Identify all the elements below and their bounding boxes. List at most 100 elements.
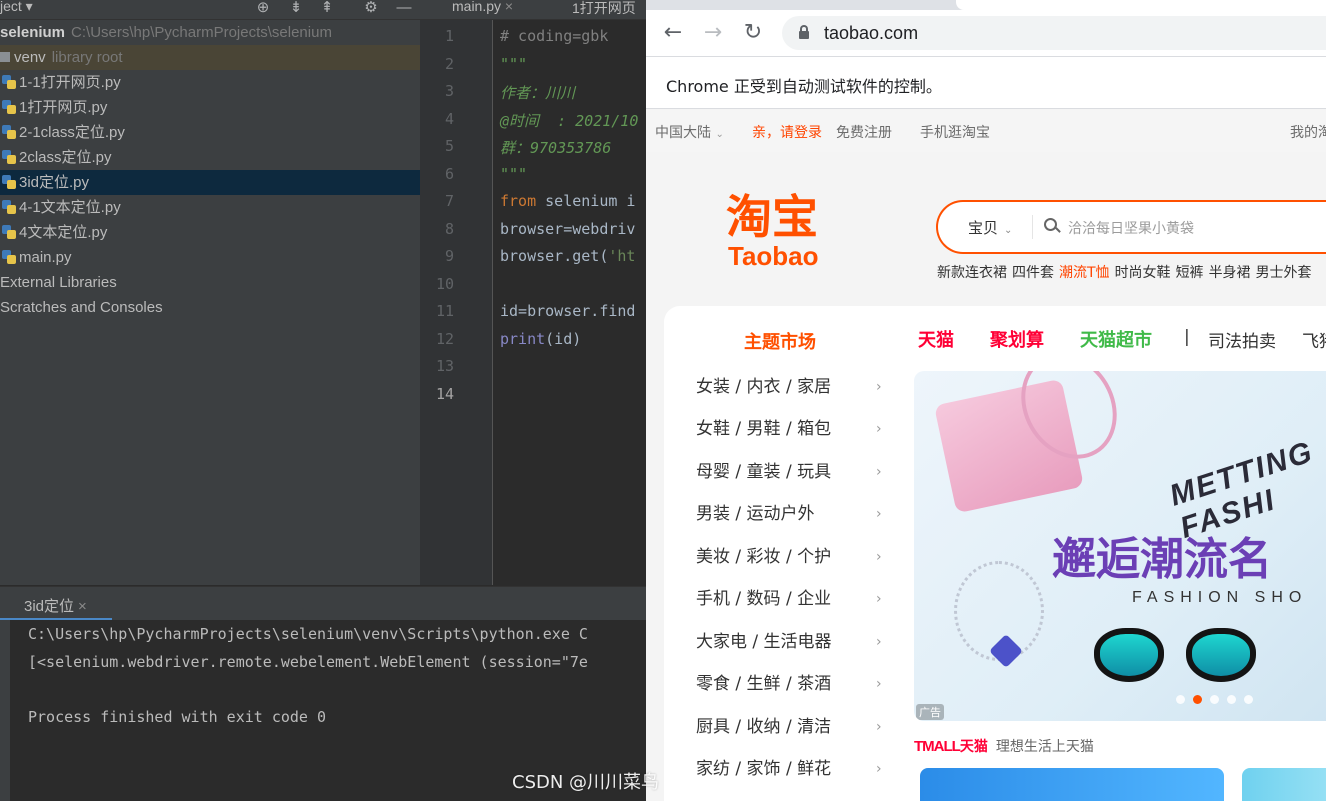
back-arrow-icon[interactable]: ← bbox=[660, 20, 686, 46]
tree-item-external-libraries[interactable]: External Libraries bbox=[0, 270, 420, 295]
channel-auction[interactable]: 司法拍卖 bbox=[1208, 327, 1276, 352]
hotword-link[interactable]: 四件套 bbox=[1012, 265, 1054, 281]
file-name: 4文本定位.py bbox=[19, 224, 108, 241]
tree-file[interactable]: main.py bbox=[0, 245, 420, 270]
project-tree: selenium C:\Users\hp\PycharmProjects\sele… bbox=[0, 20, 420, 585]
collapse-all-icon[interactable]: ⇞ bbox=[318, 0, 336, 17]
tree-file-selected[interactable]: 3id定位.py bbox=[0, 170, 420, 195]
carousel-dot[interactable] bbox=[1210, 695, 1219, 704]
project-view-dropdown[interactable]: ject ▾ bbox=[0, 0, 33, 15]
tmall-promo-card[interactable] bbox=[1242, 768, 1326, 801]
tab-main-py[interactable]: main.py × bbox=[434, 0, 513, 14]
channel-tmall[interactable]: 天猫 bbox=[918, 326, 954, 352]
hotword-link[interactable]: 潮流T恤 bbox=[1059, 265, 1110, 281]
login-link[interactable]: 亲，请登录 bbox=[752, 122, 822, 142]
tmall-promo-card[interactable] bbox=[920, 768, 1224, 801]
code-line: browser.get('ht bbox=[500, 247, 635, 265]
search-scope-dropdown[interactable]: 宝贝 ⌄ bbox=[968, 217, 1012, 238]
forward-arrow-icon[interactable]: → bbox=[700, 20, 726, 46]
taobao-logo[interactable]: 淘宝 Taobao bbox=[726, 192, 836, 272]
url-text: taobao.com bbox=[824, 23, 919, 43]
hotword-link[interactable]: 短裤 bbox=[1176, 265, 1204, 281]
register-link[interactable]: 免费注册 bbox=[836, 122, 892, 142]
search-input[interactable]: 洽洽每日坚果小黄袋 bbox=[1068, 218, 1194, 238]
line-number: 10 bbox=[435, 275, 454, 293]
carousel-dot[interactable] bbox=[1176, 695, 1185, 704]
chevron-down-icon: ⌄ bbox=[715, 129, 724, 140]
browser-tab[interactable] bbox=[956, 0, 1326, 10]
category-item[interactable]: 家纺 / 家饰 / 鲜花 › bbox=[696, 748, 896, 790]
pycharm-window: ject ▾ ⊕ ⇟ ⇞ ⚙ — selenium C:\Users\hp\Pyc… bbox=[0, 0, 646, 801]
chevron-right-icon: › bbox=[876, 379, 882, 395]
file-name: 1-1打开网页.py bbox=[19, 74, 121, 91]
region-selector[interactable]: 中国大陆 ⌄ bbox=[655, 122, 724, 142]
console-line: [<selenium.webdriver.remote.webelement.W… bbox=[28, 653, 588, 671]
carousel-dot[interactable] bbox=[1244, 695, 1253, 704]
category-item[interactable]: 手机 / 数码 / 企业 › bbox=[696, 578, 896, 620]
tree-file[interactable]: 2class定位.py bbox=[0, 145, 420, 170]
category-item[interactable]: 大家电 / 生活电器 › bbox=[696, 621, 896, 663]
python-file-icon bbox=[2, 125, 16, 139]
tree-item-venv[interactable]: venv library root bbox=[0, 45, 420, 70]
mobile-taobao-link[interactable]: 手机逛淘宝 bbox=[920, 122, 990, 142]
tree-root-selenium[interactable]: selenium C:\Users\hp\PycharmProjects\sele… bbox=[0, 20, 420, 45]
venv-note: library root bbox=[51, 49, 123, 66]
channel-separator: | bbox=[1184, 327, 1190, 347]
tree-item-scratches[interactable]: Scratches and Consoles bbox=[0, 295, 420, 320]
tab-open-page[interactable]: 1打开网页 bbox=[554, 0, 636, 18]
channel-fliggy[interactable]: 飞猪 bbox=[1302, 327, 1326, 352]
minimize-icon[interactable]: — bbox=[395, 0, 413, 17]
tree-file[interactable]: 1-1打开网页.py bbox=[0, 70, 420, 95]
tree-file[interactable]: 1打开网页.py bbox=[0, 95, 420, 120]
lock-icon[interactable] bbox=[799, 25, 809, 39]
category-item[interactable]: 厨具 / 收纳 / 清洁 › bbox=[696, 706, 896, 748]
run-tab[interactable]: 3id定位 × bbox=[4, 595, 87, 616]
locate-icon[interactable]: ⊕ bbox=[254, 0, 272, 17]
close-icon[interactable]: × bbox=[78, 598, 87, 615]
search-box: 宝贝 ⌄ 洽洽每日坚果小黄袋 bbox=[936, 200, 1326, 254]
tree-file[interactable]: 4-1文本定位.py bbox=[0, 195, 420, 220]
category-item[interactable]: 女鞋 / 男鞋 / 箱包 › bbox=[696, 408, 896, 450]
category-item[interactable]: 女装 / 内衣 / 家居 › bbox=[696, 366, 896, 408]
expand-all-icon[interactable]: ⇟ bbox=[287, 0, 305, 17]
code-editor[interactable]: # coding=gbk """ 作者：川川 @时间 : 2021/10 群：9… bbox=[493, 20, 646, 585]
code-line: """ bbox=[500, 165, 528, 183]
address-bar[interactable]: taobao.com bbox=[782, 16, 1326, 50]
region-label: 中国大陆 bbox=[655, 125, 711, 141]
run-tool-window-header: 3id定位 × bbox=[0, 586, 646, 621]
gear-icon[interactable]: ⚙ bbox=[362, 0, 380, 17]
chevron-right-icon: › bbox=[876, 719, 882, 735]
tree-file[interactable]: 4文本定位.py bbox=[0, 220, 420, 245]
carousel-dot[interactable] bbox=[1227, 695, 1236, 704]
category-item[interactable]: 男装 / 运动户外 › bbox=[696, 493, 896, 535]
hotword-link[interactable]: 半身裙 bbox=[1209, 265, 1251, 281]
carousel-dot-active[interactable] bbox=[1193, 695, 1202, 704]
category-label: 男装 / 运动户外 bbox=[696, 504, 815, 524]
code-line: from selenium i bbox=[500, 192, 635, 210]
channel-juhuasuan[interactable]: 聚划算 bbox=[990, 326, 1044, 352]
code-line: print(id) bbox=[500, 330, 581, 348]
divider bbox=[1032, 215, 1033, 239]
hotword-link[interactable]: 新款连衣裙 bbox=[937, 265, 1007, 281]
reload-icon[interactable]: ↻ bbox=[740, 20, 766, 46]
hotword-link[interactable]: 时尚女鞋 bbox=[1115, 265, 1171, 281]
line-number: 2 bbox=[444, 55, 454, 73]
my-taobao-link[interactable]: 我的淘 bbox=[1290, 122, 1326, 142]
hotword-link[interactable]: 男士外套 bbox=[1256, 265, 1312, 281]
tmall-promo-line[interactable]: TMALL天猫 理想生活上天猫 bbox=[914, 736, 1094, 756]
close-icon[interactable]: × bbox=[505, 0, 513, 14]
file-name: main.py bbox=[19, 249, 72, 266]
python-file-icon bbox=[2, 150, 16, 164]
code-token: (id) bbox=[545, 330, 582, 348]
python-file-icon bbox=[2, 250, 16, 264]
line-number: 1 bbox=[444, 27, 454, 45]
category-item[interactable]: 母婴 / 童装 / 玩具 › bbox=[696, 451, 896, 493]
channel-tmall-supermarket[interactable]: 天猫超市 bbox=[1080, 326, 1152, 352]
tree-file[interactable]: 2-1class定位.py bbox=[0, 120, 420, 145]
category-item[interactable]: 美妆 / 彩妆 / 个护 › bbox=[696, 536, 896, 578]
python-file-icon bbox=[554, 1, 568, 15]
promo-banner[interactable]: METTING FASHI 邂逅潮流名 FASHION SHO 广告 bbox=[914, 371, 1326, 721]
category-item[interactable]: 零食 / 生鲜 / 茶酒 › bbox=[696, 663, 896, 705]
line-number: 8 bbox=[444, 220, 454, 238]
infobar-text: Chrome 正受到自动测试软件的控制。 bbox=[666, 77, 942, 96]
